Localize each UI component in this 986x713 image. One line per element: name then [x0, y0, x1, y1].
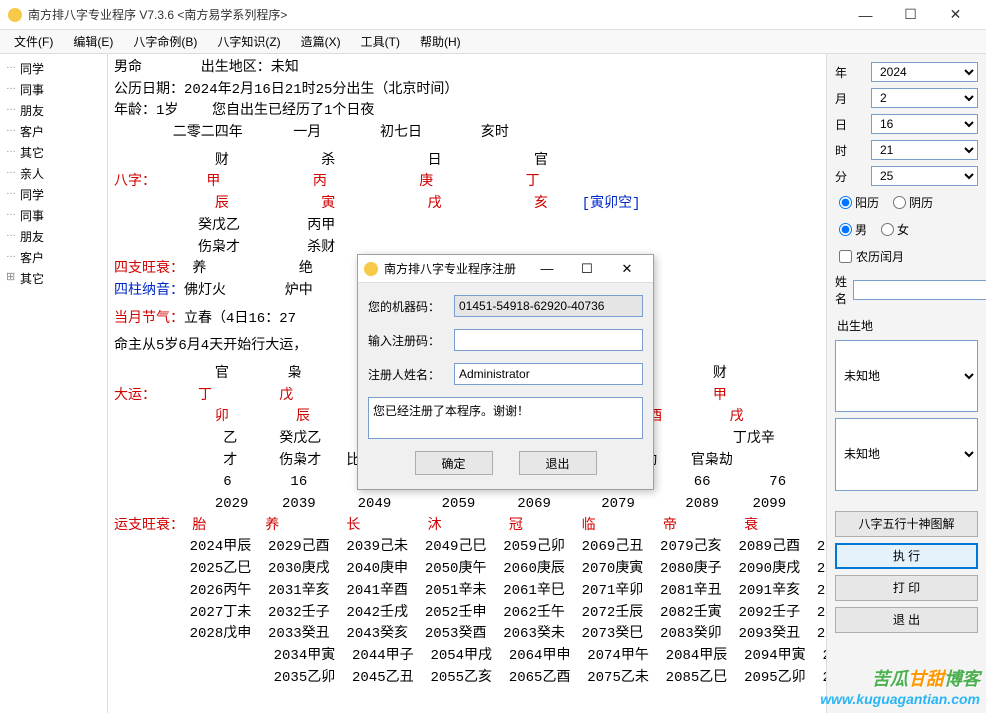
menu-zaopian[interactable]: 造篇(X): [291, 30, 351, 53]
machine-code-input: [454, 295, 643, 317]
tree-node[interactable]: 同学: [2, 58, 105, 79]
dialog-title: 南方排八字专业程序注册: [384, 260, 527, 277]
radio-solar[interactable]: 阳历: [839, 194, 879, 211]
menu-edit[interactable]: 编辑(E): [63, 30, 123, 53]
text-line: 2027丁未 2032壬子 2042壬戌 2052壬申 2062壬午 2072壬…: [114, 603, 820, 625]
radio-male[interactable]: 男: [839, 221, 867, 238]
close-button[interactable]: ✕: [933, 1, 978, 29]
exit-button[interactable]: 退 出: [835, 607, 978, 633]
hour-label: 时: [835, 142, 865, 159]
tree-node[interactable]: 同学: [2, 184, 105, 205]
text-line: 2024甲辰 2029己酉 2039己未 2049己巳 2059己卯 2069己…: [114, 537, 820, 559]
chart-button[interactable]: 八字五行十神图解: [835, 511, 978, 537]
text-line: 2025乙巳 2030庚戌 2040庚申 2050庚午 2060庚辰 2070庚…: [114, 559, 820, 581]
day-label: 日: [835, 116, 865, 133]
text-line: 男命 出生地区：未知: [114, 58, 820, 80]
tree-node[interactable]: 其它: [2, 268, 105, 289]
right-panel: 年 2024 月2 日 16 时 21 分 25 阳历 阴历 男 女 农历闰月 姓名 出…: [826, 54, 986, 713]
hour-select[interactable]: 21: [871, 140, 978, 160]
tree-node[interactable]: 亲人: [2, 163, 105, 184]
tree-node[interactable]: 同事: [2, 79, 105, 100]
sidebar-tree: 同学 同事 朋友 客户 其它 亲人 同学 同事 朋友 客户 其它: [0, 54, 108, 713]
print-button[interactable]: 打 印: [835, 575, 978, 601]
name-label: 姓名: [835, 273, 847, 307]
regname-label: 注册人姓名：: [368, 366, 446, 383]
dialog-ok-button[interactable]: 确定: [415, 451, 493, 475]
register-dialog: 南方排八字专业程序注册 — ☐ ✕ 您的机器码： 输入注册码： 注册人姓名： 您…: [357, 254, 654, 490]
text-line: 2026丙午 2031辛亥 2041辛酉 2051辛未 2061辛巳 2071辛…: [114, 581, 820, 603]
text-line: 财 杀 日 官: [114, 151, 820, 173]
text-line: 公历日期：2024年2月16日21时25分出生（北京时间）: [114, 80, 820, 102]
day-select[interactable]: 16: [871, 114, 978, 134]
menu-bazi-knowledge[interactable]: 八字知识(Z): [207, 30, 290, 53]
app-icon: [8, 8, 22, 22]
run-button[interactable]: 执 行: [835, 543, 978, 569]
year-label: 年: [835, 64, 865, 81]
name-input[interactable]: [853, 280, 986, 300]
tree-node[interactable]: 朋友: [2, 226, 105, 247]
text-line: 年龄：1岁 您自出生已经历了1个日夜: [114, 101, 820, 123]
text-line: 运支旺衰： 胎 养 长 沐 冠 临 帝 衰: [114, 516, 820, 538]
text-line: 八字： 甲 丙 庚 丁: [114, 172, 820, 194]
dialog-icon: [364, 262, 378, 276]
dialog-close-button[interactable]: ✕: [607, 261, 647, 277]
dialog-message: 您已经注册了本程序。谢谢！: [368, 397, 643, 439]
window-titlebar: 南方排八字专业程序 V7.3.6 <南方易学系列程序> — ☐ ✕: [0, 0, 986, 30]
month-label: 月: [835, 90, 865, 107]
text-line: 2034甲寅 2044甲子 2054甲戌 2064甲申 2074甲午 2084甲…: [114, 646, 820, 668]
year-select[interactable]: 2024: [871, 62, 978, 82]
place2-select[interactable]: 未知地: [835, 418, 978, 490]
regcode-label: 输入注册码：: [368, 332, 446, 349]
menubar: 文件(F) 编辑(E) 八字命例(B) 八字知识(Z) 造篇(X) 工具(T) …: [0, 30, 986, 54]
menu-bazi-cases[interactable]: 八字命例(B): [123, 30, 207, 53]
window-title: 南方排八字专业程序 V7.3.6 <南方易学系列程序>: [28, 6, 843, 23]
machine-code-label: 您的机器码：: [368, 298, 446, 315]
menu-file[interactable]: 文件(F): [4, 30, 63, 53]
radio-female[interactable]: 女: [881, 221, 909, 238]
tree-node[interactable]: 其它: [2, 142, 105, 163]
maximize-button[interactable]: ☐: [888, 1, 933, 29]
menu-tools[interactable]: 工具(T): [351, 30, 410, 53]
regcode-input[interactable]: [454, 329, 643, 351]
text-line: 2029 2039 2049 2059 2069 2079 2089 2099: [114, 494, 820, 516]
dialog-minimize-button[interactable]: —: [527, 261, 567, 276]
tree-node[interactable]: 客户: [2, 247, 105, 268]
minute-label: 分: [835, 168, 865, 185]
place1-select[interactable]: 未知地: [835, 340, 978, 412]
minute-select[interactable]: 25: [871, 166, 978, 186]
month-select[interactable]: 2: [871, 88, 978, 108]
radio-lunar[interactable]: 阴历: [893, 194, 933, 211]
leap-checkbox[interactable]: 农历闰月: [835, 246, 978, 267]
text-line: 二零二四年 一月 初七日 亥时: [114, 123, 820, 145]
text-line: 2028戊申 2033癸丑 2043癸亥 2053癸酉 2063癸未 2073癸…: [114, 624, 820, 646]
text-line: 辰 寅 戌 亥 [寅卯空]: [114, 194, 820, 216]
dialog-maximize-button[interactable]: ☐: [567, 261, 607, 277]
text-line: 癸戊乙 丙甲: [114, 216, 820, 238]
tree-node[interactable]: 同事: [2, 205, 105, 226]
dialog-exit-button[interactable]: 退出: [519, 451, 597, 475]
tree-node[interactable]: 客户: [2, 121, 105, 142]
text-line: 2035乙卯 2045乙丑 2055乙亥 2065乙酉 2075乙未 2085乙…: [114, 668, 820, 690]
minimize-button[interactable]: —: [843, 1, 888, 29]
tree-node[interactable]: 朋友: [2, 100, 105, 121]
regname-input[interactable]: [454, 363, 643, 385]
birthplace-label: 出生地: [835, 313, 978, 334]
menu-help[interactable]: 帮助(H): [410, 30, 471, 53]
